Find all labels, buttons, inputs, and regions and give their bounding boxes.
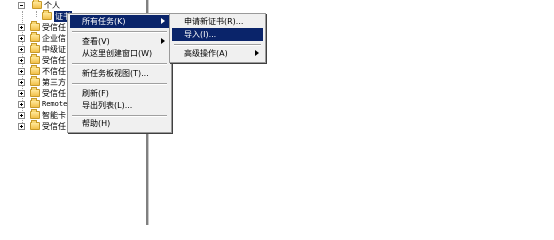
- menu-item-label: 导出列表(L)...: [82, 101, 133, 110]
- expand-icon[interactable]: [18, 46, 25, 53]
- menu-item-advanced[interactable]: 高级操作(A): [172, 47, 263, 60]
- tree-item-label: 受信任: [42, 23, 66, 32]
- folder-icon: [42, 10, 52, 20]
- menu-item-label: 所有任务(K): [82, 17, 126, 26]
- folder-icon: [32, 0, 42, 9]
- menu-separator: [174, 44, 261, 46]
- menu-item-new-window[interactable]: 从这里创建窗口(W): [70, 47, 169, 60]
- menu-item-new-taskpad[interactable]: 新任务板视图(T)...: [70, 67, 169, 80]
- menu-item-label: 新任务板视图(T)...: [82, 69, 149, 78]
- menu-separator: [72, 31, 167, 33]
- tree-line: [36, 11, 38, 17]
- menu-separator: [72, 83, 167, 85]
- submenu-arrow-icon: [161, 38, 165, 44]
- tree-item-label: 智能卡: [42, 111, 66, 120]
- expand-icon[interactable]: [18, 112, 25, 119]
- menu-item-help[interactable]: 帮助(H): [70, 117, 169, 130]
- expand-icon[interactable]: [18, 57, 25, 64]
- expand-icon[interactable]: [18, 35, 25, 42]
- expand-icon[interactable]: [18, 79, 25, 86]
- folder-icon: [30, 98, 40, 108]
- folder-icon: [30, 120, 40, 130]
- menu-item-label: 帮助(H): [82, 119, 111, 128]
- menu-item-import[interactable]: 导入(I)...: [172, 28, 263, 41]
- menu-item-all-tasks[interactable]: 所有任务(K): [70, 15, 169, 28]
- tree-item-label: Remote: [42, 100, 68, 108]
- folder-icon: [30, 109, 40, 119]
- expand-icon[interactable]: [18, 101, 25, 108]
- menu-item-label: 从这里创建窗口(W): [82, 49, 153, 58]
- folder-icon: [30, 76, 40, 86]
- folder-icon: [30, 87, 40, 97]
- all-tasks-submenu: 申请新证书(R)... 导入(I)... 高级操作(A): [169, 13, 266, 63]
- tree-item-label: 企业信: [42, 34, 66, 43]
- folder-icon: [30, 43, 40, 53]
- submenu-arrow-icon: [161, 18, 165, 24]
- expand-icon[interactable]: [18, 24, 25, 31]
- tree-item-label: 受信任: [42, 122, 66, 131]
- menu-item-label: 刷新(F): [82, 89, 109, 98]
- folder-icon: [30, 54, 40, 64]
- menu-item-label: 高级操作(A): [184, 49, 228, 58]
- expand-icon[interactable]: [18, 123, 25, 130]
- tree-item-label: 中级证: [42, 45, 66, 54]
- submenu-arrow-icon: [255, 50, 259, 56]
- expand-icon[interactable]: [18, 90, 25, 97]
- menu-item-label: 申请新证书(R)...: [184, 17, 244, 26]
- collapse-icon[interactable]: [18, 2, 25, 9]
- menu-item-export-list[interactable]: 导出列表(L)...: [70, 99, 169, 112]
- tree-item-label: 第三方: [42, 78, 66, 87]
- menu-item-label: 导入(I)...: [184, 30, 217, 39]
- context-menu: 所有任务(K) 查看(V) 从这里创建窗口(W) 新任务板视图(T)... 刷新…: [67, 13, 172, 133]
- folder-icon: [30, 65, 40, 75]
- folder-icon: [30, 32, 40, 42]
- tree-item-label: 不信任: [42, 67, 66, 76]
- menu-item-label: 查看(V): [82, 37, 110, 46]
- menu-item-request-new-cert[interactable]: 申请新证书(R)...: [172, 15, 263, 28]
- tree-item-label: 受信任: [42, 56, 66, 65]
- expand-icon[interactable]: [18, 68, 25, 75]
- tree-item-label: 受信任: [42, 89, 66, 98]
- folder-icon: [30, 21, 40, 31]
- menu-separator: [72, 63, 167, 65]
